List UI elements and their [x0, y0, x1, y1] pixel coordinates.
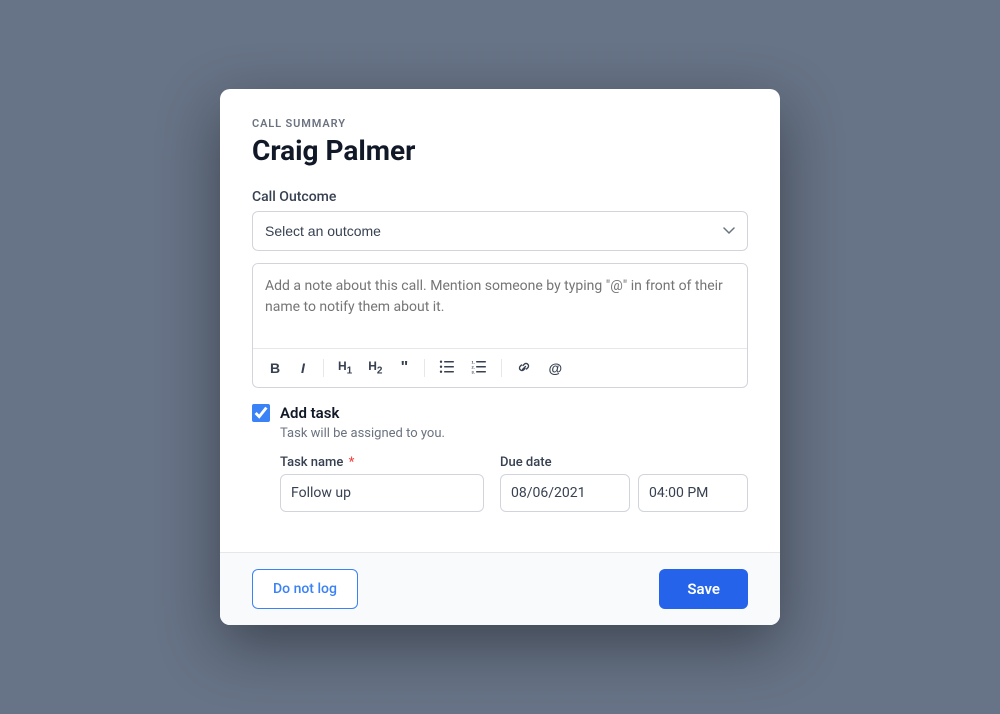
h1-button[interactable]: H1: [334, 357, 356, 378]
h2-button[interactable]: H2: [364, 357, 386, 378]
due-date-label: Due date: [500, 455, 748, 470]
call-summary-modal: CALL SUMMARY Craig Palmer Call Outcome S…: [220, 89, 780, 625]
save-button[interactable]: Save: [659, 569, 748, 609]
modal-footer: Do not log Save: [220, 552, 780, 625]
task-assign-note: Task will be assigned to you.: [280, 426, 748, 441]
required-star: *: [349, 455, 355, 470]
italic-button[interactable]: I: [293, 358, 313, 378]
mention-button[interactable]: @: [544, 358, 566, 378]
note-toolbar: B I H1 H2 ": [253, 348, 747, 387]
task-name-field: Task name *: [280, 455, 484, 512]
toolbar-divider-1: [323, 359, 324, 377]
note-textarea[interactable]: [253, 264, 747, 344]
due-time-input[interactable]: [638, 474, 748, 512]
due-date-field: Due date: [500, 455, 748, 512]
task-name-label: Task name *: [280, 455, 484, 470]
task-name-input[interactable]: [280, 474, 484, 512]
add-task-section: Add task Task will be assigned to you. T…: [252, 404, 748, 512]
due-date-input[interactable]: [500, 474, 630, 512]
call-outcome-label: Call Outcome: [252, 189, 748, 205]
add-task-label: Add task: [280, 404, 339, 422]
call-summary-label: CALL SUMMARY: [252, 117, 748, 130]
contact-name: Craig Palmer: [252, 134, 748, 167]
link-button[interactable]: [512, 358, 536, 379]
add-task-checkbox[interactable]: [252, 404, 270, 422]
do-not-log-button[interactable]: Do not log: [252, 569, 358, 609]
note-editor: B I H1 H2 ": [252, 263, 748, 388]
call-outcome-select[interactable]: Select an outcomeConnectedLeft voicemail…: [252, 211, 748, 251]
toolbar-divider-2: [424, 359, 425, 377]
ordered-list-button[interactable]: 1. 2. 3.: [467, 358, 491, 379]
bullet-list-button[interactable]: [435, 358, 459, 379]
bold-button[interactable]: B: [265, 358, 285, 378]
quote-button[interactable]: ": [394, 357, 414, 379]
svg-text:3.: 3.: [472, 369, 475, 374]
toolbar-divider-3: [501, 359, 502, 377]
